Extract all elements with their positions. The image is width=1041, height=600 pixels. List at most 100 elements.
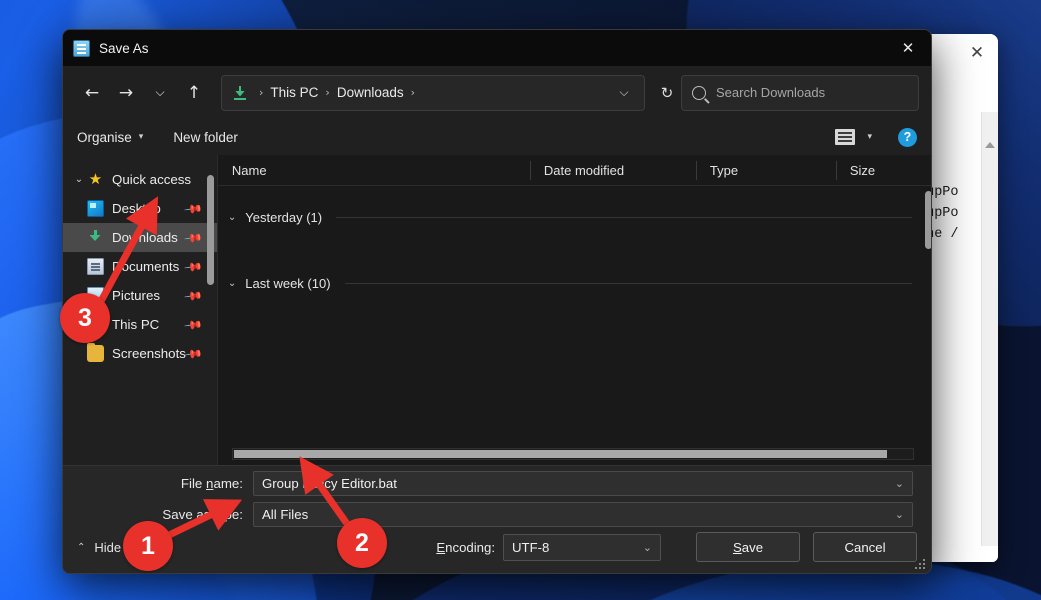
file-group-label: Last week (10) <box>245 276 330 291</box>
organise-label: Organise <box>77 130 132 145</box>
chevron-down-icon[interactable]: ⌄ <box>895 477 904 490</box>
file-group-label: Yesterday (1) <box>245 210 322 225</box>
file-name-input[interactable]: Group Policy Editor.bat ⌄ <box>253 471 913 496</box>
breadcrumb-separator: › <box>411 86 415 99</box>
help-icon[interactable]: ? <box>898 128 917 147</box>
command-bar: Organise ▾ New folder ▾ ? <box>63 119 931 155</box>
sort-indicator-icon: ⌵ <box>594 156 601 187</box>
close-icon[interactable]: ✕ <box>968 44 986 62</box>
chevron-down-icon[interactable]: ⌄ <box>228 278 236 289</box>
breadcrumb-separator: › <box>259 86 263 99</box>
chevron-down-icon[interactable]: ⌄ <box>71 174 87 185</box>
save-button[interactable]: Save <box>696 532 800 562</box>
sidebar-item-label: Desktop <box>112 201 186 216</box>
group-divider <box>345 283 912 284</box>
file-group-header-yesterday[interactable]: ⌄ Yesterday (1) <box>218 202 932 232</box>
column-header-date-modified[interactable]: ⌵ Date modified <box>530 155 696 186</box>
annotation-badge-3: 3 <box>60 293 110 343</box>
encoding-label: Encoding: <box>436 540 495 555</box>
scroll-up-arrow-icon[interactable] <box>985 142 995 148</box>
footer-actions: ⌃ Hide Folders Encoding: UTF-8 ⌄ Save Ca… <box>63 530 931 564</box>
file-list-horizontal-scrollbar-thumb[interactable] <box>234 450 887 458</box>
file-group-header-last-week[interactable]: ⌄ Last week (10) <box>218 268 932 298</box>
close-icon[interactable]: ✕ <box>885 30 931 66</box>
cancel-button[interactable]: Cancel <box>813 532 917 562</box>
list-view-icon[interactable] <box>835 129 855 145</box>
up-button[interactable]: ↑ <box>177 76 211 110</box>
organise-button[interactable]: Organise ▾ <box>77 130 143 145</box>
sidebar-item-label: Screenshots <box>112 346 186 361</box>
encoding-select[interactable]: UTF-8 ⌄ <box>503 534 661 561</box>
sidebar-item-documents[interactable]: Documents 📌 <box>63 252 217 281</box>
document-icon <box>73 40 90 57</box>
column-header-size[interactable]: Size <box>836 155 932 186</box>
dialog-footer: File name: Group Policy Editor.bat ⌄ Sav… <box>63 465 931 573</box>
downloads-icon <box>87 229 104 246</box>
breadcrumb-item-downloads[interactable]: Downloads <box>337 85 404 100</box>
new-folder-button[interactable]: New folder <box>173 130 238 145</box>
chevron-up-icon: ⌃ <box>77 542 85 553</box>
pin-icon[interactable]: 📌 <box>183 285 203 305</box>
column-header-type[interactable]: Type <box>696 155 836 186</box>
breadcrumb[interactable]: › This PC › Downloads › ⌵ <box>221 75 645 111</box>
save-as-type-row: Save as type: All Files ⌄ <box>63 501 931 528</box>
forward-button[interactable]: → <box>109 76 143 110</box>
chevron-down-icon[interactable]: ⌵ <box>610 78 638 108</box>
file-name-row: File name: Group Policy Editor.bat ⌄ <box>63 470 931 497</box>
background-window-scrollbar[interactable] <box>981 112 998 546</box>
folder-icon <box>87 345 104 362</box>
search-input[interactable]: Search Downloads <box>681 75 919 111</box>
save-as-type-value: All Files <box>262 507 308 522</box>
sidebar-item-label: Quick access <box>112 172 217 187</box>
screen: ✕ oupPo oupPo ine / Save As ✕ ← → ⌵ ↑ › … <box>0 0 1041 600</box>
dialog-content: ⌄ ★ Quick access Desktop 📌 Downloads 📌 D <box>63 155 931 465</box>
encoding-value: UTF-8 <box>512 540 549 555</box>
command-bar-right: ▾ ? <box>835 128 917 147</box>
recent-locations-button[interactable]: ⌵ <box>143 76 177 110</box>
resize-grip-icon[interactable] <box>915 557 927 569</box>
pin-icon[interactable]: 📌 <box>183 198 203 218</box>
search-placeholder: Search Downloads <box>716 85 825 100</box>
column-header-name[interactable]: Name <box>218 155 530 186</box>
sidebar-item-label: Documents <box>112 259 186 274</box>
file-name-value: Group Policy Editor.bat <box>262 476 397 491</box>
sidebar-item-label: This PC <box>112 317 186 332</box>
sidebar-item-label: Pictures <box>112 288 186 303</box>
breadcrumb-item-this-pc[interactable]: This PC <box>270 85 318 100</box>
downloads-icon <box>232 85 248 101</box>
sidebar-scrollbar-thumb[interactable] <box>207 175 214 285</box>
star-icon: ★ <box>87 171 104 188</box>
dialog-title: Save As <box>99 41 149 56</box>
annotation-badge-1: 1 <box>123 521 173 571</box>
navigation-bar: ← → ⌵ ↑ › This PC › Downloads › ⌵ ↻ Sear… <box>63 66 931 119</box>
file-name-label: File name: <box>63 476 253 491</box>
file-list-horizontal-scrollbar[interactable] <box>232 448 914 460</box>
chevron-down-icon[interactable]: ⌄ <box>643 541 652 554</box>
save-as-type-label: Save as type: <box>63 507 253 522</box>
file-list-vertical-scrollbar-thumb[interactable] <box>925 191 932 249</box>
file-list: Name ⌵ Date modified Type Size ⌄ Yesterd… <box>218 155 932 465</box>
sidebar-item-label: Downloads <box>112 230 186 245</box>
save-as-dialog: Save As ✕ ← → ⌵ ↑ › This PC › Downloads … <box>62 29 932 574</box>
sidebar-item-desktop[interactable]: Desktop 📌 <box>63 194 217 223</box>
chevron-down-icon[interactable]: ▾ <box>867 132 872 142</box>
chevron-down-icon: ▾ <box>139 132 144 142</box>
sidebar-item-screenshots[interactable]: Screenshots 📌 <box>63 339 217 368</box>
chevron-down-icon[interactable]: ⌄ <box>895 508 904 521</box>
pin-icon[interactable]: 📌 <box>183 343 203 363</box>
file-list-header: Name ⌵ Date modified Type Size <box>218 155 932 186</box>
pin-icon[interactable]: 📌 <box>183 314 203 334</box>
pin-icon[interactable]: 📌 <box>183 227 203 247</box>
documents-icon <box>87 258 104 275</box>
desktop-icon <box>87 200 104 217</box>
breadcrumb-separator: › <box>325 86 329 99</box>
chevron-down-icon[interactable]: ⌄ <box>228 212 236 223</box>
sidebar-item-quick-access[interactable]: ⌄ ★ Quick access <box>63 165 217 194</box>
dialog-titlebar: Save As ✕ <box>63 30 931 66</box>
pin-icon[interactable]: 📌 <box>183 256 203 276</box>
sidebar-item-downloads[interactable]: Downloads 📌 <box>63 223 217 252</box>
group-divider <box>336 217 912 218</box>
back-button[interactable]: ← <box>75 76 109 110</box>
annotation-badge-2: 2 <box>337 518 387 568</box>
refresh-icon[interactable]: ↻ <box>653 78 681 108</box>
